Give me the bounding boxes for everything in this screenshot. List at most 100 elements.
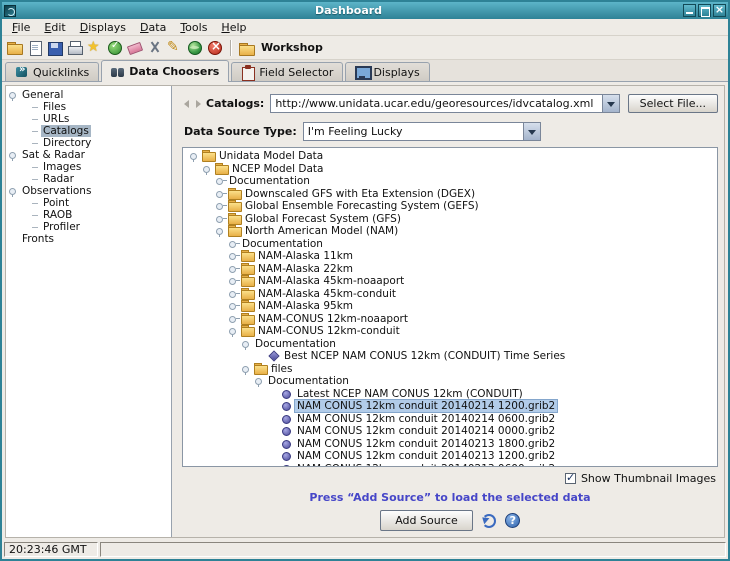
cut-icon[interactable]	[146, 39, 164, 57]
expander-closed-icon[interactable]	[228, 238, 240, 250]
maximize-button[interactable]	[698, 4, 711, 17]
tree-node[interactable]: Catalogs	[6, 125, 171, 137]
tree-node[interactable]: NAM CONUS 12km conduit 20140213 1200.gri…	[187, 450, 717, 463]
tree-node[interactable]: Directory	[6, 137, 171, 149]
tree-node[interactable]: NAM-Alaska 11km	[187, 250, 717, 263]
tab-quicklinks[interactable]: Quicklinks	[5, 62, 99, 81]
expander-open-icon[interactable]	[8, 149, 20, 161]
menu-file[interactable]: File	[5, 20, 37, 35]
tree-node[interactable]: files	[187, 363, 717, 376]
expander-open-icon[interactable]	[8, 185, 20, 197]
save-bundle-icon[interactable]	[46, 39, 64, 57]
expander-closed-icon[interactable]	[215, 213, 227, 225]
erase-icon[interactable]	[126, 39, 144, 57]
tree-node[interactable]: Global Forecast System (GFS)	[187, 213, 717, 226]
tree-node[interactable]: NAM CONUS 12km conduit 20140214 0600.gri…	[187, 413, 717, 426]
tree-node[interactable]: Documentation	[187, 375, 717, 388]
catalog-back-icon[interactable]	[182, 98, 191, 110]
help-icon[interactable]	[505, 513, 520, 528]
tree-node[interactable]: Observations	[6, 185, 171, 197]
reload-icon[interactable]	[482, 514, 496, 528]
tree-node[interactable]: Documentation	[187, 338, 717, 351]
open-bundle-icon[interactable]	[6, 39, 24, 57]
tree-node[interactable]: Downscaled GFS with Eta Extension (DGEX)	[187, 188, 717, 201]
tree-node[interactable]: NAM CONUS 12km conduit 20140214 0000.gri…	[187, 425, 717, 438]
catalog-forward-icon[interactable]	[193, 98, 202, 110]
expander-closed-icon[interactable]	[215, 188, 227, 200]
tree-node[interactable]: Unidata Model Data	[187, 150, 717, 163]
tree-node[interactable]: NAM CONUS 12km conduit 20140213 1800.gri…	[187, 438, 717, 451]
tree-node[interactable]: NAM-Alaska 95km	[187, 300, 717, 313]
tab-data-choosers[interactable]: Data Choosers	[101, 60, 229, 82]
expander-closed-icon[interactable]	[215, 200, 227, 212]
menu-tools[interactable]: Tools	[173, 20, 214, 35]
tree-node[interactable]: NAM-CONUS 12km-noaaport	[187, 313, 717, 326]
tree-node[interactable]: NAM CONUS 12km conduit 20140214 1200.gri…	[187, 400, 717, 413]
tree-node[interactable]: NAM CONUS 12km conduit 20140213 0600.gri…	[187, 463, 717, 468]
tree-node[interactable]: Global Ensemble Forecasting System (GEFS…	[187, 200, 717, 213]
print-icon[interactable]	[66, 39, 84, 57]
minimize-button[interactable]	[683, 4, 696, 17]
expander-open-icon[interactable]	[202, 163, 214, 175]
show-thumbnails-checkbox[interactable]	[565, 473, 576, 484]
expander-closed-icon[interactable]	[228, 250, 240, 262]
expander-open-icon[interactable]	[215, 225, 227, 237]
new-bundle-icon[interactable]	[26, 39, 44, 57]
expander-closed-icon[interactable]	[228, 313, 240, 325]
tree-node[interactable]: Sat & Radar	[6, 149, 171, 161]
tree-node[interactable]: Documentation	[187, 175, 717, 188]
expander-closed-icon[interactable]	[228, 300, 240, 312]
stop-icon[interactable]	[206, 39, 224, 57]
expander-open-icon[interactable]	[8, 89, 20, 101]
tab-displays[interactable]: Displays	[345, 62, 429, 81]
workshop-folder-icon[interactable]	[238, 40, 256, 56]
tree-node[interactable]: Fronts	[6, 233, 171, 245]
catalog-url-combo[interactable]: http://www.unidata.ucar.edu/georesources…	[270, 94, 619, 113]
tree-node[interactable]: Best NCEP NAM CONUS 12km (CONDUIT) Time …	[187, 350, 717, 363]
menu-help[interactable]: Help	[214, 20, 253, 35]
tree-node[interactable]: NAM-Alaska 45km-noaaport	[187, 275, 717, 288]
bullet-icon	[279, 388, 295, 400]
tree-node[interactable]: Radar	[6, 173, 171, 185]
data-source-type-combo[interactable]: I'm Feeling Lucky	[303, 122, 541, 141]
pencil-icon[interactable]	[166, 39, 184, 57]
close-button[interactable]	[713, 4, 726, 17]
expander-closed-icon[interactable]	[228, 263, 240, 275]
titlebar[interactable]: Dashboard	[2, 2, 728, 19]
tree-node[interactable]: Profiler	[6, 221, 171, 233]
tree-node[interactable]: Point	[6, 197, 171, 209]
expander-open-icon[interactable]	[254, 375, 266, 387]
ok-icon[interactable]	[106, 39, 124, 57]
expander-closed-icon[interactable]	[228, 275, 240, 287]
tree-node[interactable]: Latest NCEP NAM CONUS 12km (CONDUIT)	[187, 388, 717, 401]
tree-node[interactable]: NAM-CONUS 12km-conduit	[187, 325, 717, 338]
menu-data[interactable]: Data	[133, 20, 173, 35]
expander-open-icon[interactable]	[189, 150, 201, 162]
tree-node[interactable]: URLs	[6, 113, 171, 125]
chevron-down-icon[interactable]	[602, 95, 619, 112]
chevron-down-icon[interactable]	[523, 123, 540, 140]
favorite-star-icon[interactable]	[86, 39, 104, 57]
menu-edit[interactable]: Edit	[37, 20, 72, 35]
tree-node[interactable]: Documentation	[187, 238, 717, 251]
expander-closed-icon[interactable]	[215, 175, 227, 187]
expander-closed-icon[interactable]	[228, 288, 240, 300]
globe-icon[interactable]	[186, 39, 204, 57]
tree-node[interactable]: NAM-Alaska 45km-conduit	[187, 288, 717, 301]
expander-open-icon[interactable]	[241, 338, 253, 350]
menu-displays[interactable]: Displays	[73, 20, 133, 35]
expander-open-icon[interactable]	[241, 363, 253, 375]
tree-node[interactable]: General	[6, 89, 171, 101]
tree-node[interactable]: NCEP Model Data	[187, 163, 717, 176]
tree-node[interactable]: RAOB	[6, 209, 171, 221]
expander-open-icon[interactable]	[228, 325, 240, 337]
tree-node[interactable]: Files	[6, 101, 171, 113]
tree-node-label: NAM-Alaska 95km	[256, 300, 355, 312]
tree-node[interactable]: NAM-Alaska 22km	[187, 263, 717, 276]
tab-field-selector[interactable]: Field Selector	[231, 62, 343, 81]
add-source-button[interactable]: Add Source	[380, 510, 473, 531]
tree-node[interactable]: North American Model (NAM)	[187, 225, 717, 238]
tab-label: Displays	[373, 66, 419, 79]
tree-node[interactable]: Images	[6, 161, 171, 173]
select-file-button[interactable]: Select File...	[628, 94, 718, 113]
